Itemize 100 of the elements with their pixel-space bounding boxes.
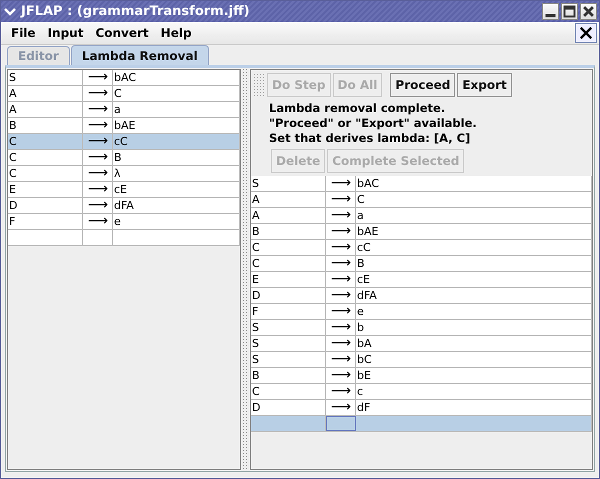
table-cell: ⟶	[326, 192, 356, 207]
table-row[interactable]: S ⟶ bC	[251, 352, 591, 368]
maximize-button[interactable]	[561, 3, 578, 20]
table-cell: ⟶	[83, 198, 113, 213]
table-cell: ⟶	[83, 118, 113, 133]
table-cell: ⟶	[326, 240, 356, 255]
table-row[interactable]: F ⟶ e	[8, 214, 239, 230]
table-cell-text: bC	[356, 352, 373, 367]
table-cell-text: B	[113, 150, 123, 165]
close-icon	[581, 4, 596, 19]
table-row[interactable]: C ⟶ c	[251, 384, 591, 400]
table-cell-text: b	[356, 320, 365, 335]
table-cell-text: dF	[356, 400, 372, 415]
table-row[interactable]: S ⟶ bA	[251, 336, 591, 352]
table-cell: F	[251, 304, 326, 319]
table-row[interactable]: S ⟶ bAC	[251, 176, 591, 192]
table-row[interactable]: E ⟶ cE	[8, 182, 239, 198]
grip-handle[interactable]	[253, 73, 265, 97]
table-cell-text: c	[356, 384, 364, 399]
table-cell: S	[251, 352, 326, 367]
table-cell: ⟶	[326, 176, 356, 191]
table-cell: S	[251, 336, 326, 351]
tab[interactable]: Lambda Removal	[70, 45, 209, 65]
table-cell: ⟶	[326, 320, 356, 335]
table-row[interactable]: A ⟶ a	[251, 208, 591, 224]
minimize-button[interactable]	[542, 3, 559, 20]
table-cell: D	[8, 198, 83, 213]
table-cell: ⟶	[83, 166, 113, 181]
table-row[interactable]: C ⟶ cC	[251, 240, 591, 256]
table-cell-text: dFA	[113, 198, 135, 213]
close-button[interactable]	[575, 23, 597, 43]
table-cell-text: e	[356, 304, 365, 319]
toolbar-button[interactable]: Proceed	[390, 73, 456, 97]
menu-item[interactable]: Convert	[89, 26, 155, 40]
table-cell: ⟶	[326, 288, 356, 303]
table-cell: S	[8, 70, 83, 85]
table-cell: E	[251, 272, 326, 287]
table-cell-text: cE	[113, 182, 128, 197]
table-cell-text: cE	[356, 272, 371, 287]
table-row[interactable]: C ⟶ cC	[8, 134, 239, 150]
table-row[interactable]: B ⟶ bE	[251, 368, 591, 384]
table-cell: A	[8, 86, 83, 101]
table-cell: C	[251, 384, 326, 399]
table-cell-text: a	[113, 102, 122, 117]
table-cell-text: bAC	[356, 176, 380, 191]
table-cell: E	[8, 182, 83, 197]
table-cell: ⟶	[326, 336, 356, 351]
table-cell: C	[8, 166, 83, 181]
toolbar-button[interactable]: Export	[457, 73, 512, 97]
table-cell: A	[8, 102, 83, 117]
table-cell-text: C	[356, 192, 366, 207]
table-cell: B	[251, 224, 326, 239]
table-cell-text: bAE	[113, 118, 136, 133]
status-message: "Proceed" or "Export" available.	[269, 116, 478, 131]
menu-item[interactable]: Help	[154, 26, 198, 40]
table-cell: ⟶	[83, 102, 113, 117]
table-cell: ⟶	[326, 384, 356, 399]
table-cell: D	[251, 400, 326, 415]
table-row[interactable]: C ⟶ B	[8, 150, 239, 166]
table-row[interactable]: S ⟶ bAC	[8, 70, 239, 86]
table-cell: ⟶	[326, 304, 356, 319]
table-cell-text: bA	[356, 336, 373, 351]
minimize-icon	[546, 14, 556, 18]
table-cell-text: λ	[113, 166, 122, 181]
table-row[interactable]: C ⟶ B	[251, 256, 591, 272]
table-cell: D	[251, 288, 326, 303]
table-row[interactable]: A ⟶ a	[8, 102, 239, 118]
table-cell-text: dFA	[356, 288, 378, 303]
table-cell-text: cC	[356, 240, 372, 255]
table-row[interactable]: C ⟶ λ	[8, 166, 239, 182]
table-cell: A	[251, 192, 326, 207]
table-cell-text: B	[356, 256, 366, 271]
close-icon	[579, 26, 593, 40]
menu-item[interactable]: Input	[42, 26, 90, 40]
table-cell: F	[8, 214, 83, 229]
table-row[interactable]: D ⟶ dFA	[251, 288, 591, 304]
table-row[interactable]: A ⟶ C	[251, 192, 591, 208]
table-cell: B	[8, 118, 83, 133]
maximize-icon	[562, 4, 577, 19]
table-row[interactable]: D ⟶ dFA	[8, 198, 239, 214]
status-message: Lambda removal complete.	[269, 101, 446, 116]
status-message: Set that derives lambda: [A, C]	[269, 131, 472, 146]
table-cell: ⟶	[83, 70, 113, 85]
table-cell: A	[251, 208, 326, 223]
table-row[interactable]: B ⟶ bAE	[251, 224, 591, 240]
table-cell: ⟶	[326, 224, 356, 239]
table-cell: ⟶	[326, 256, 356, 271]
table-cell-text: bAE	[356, 224, 380, 239]
table-cell: C	[251, 240, 326, 255]
table-row[interactable]: F ⟶ e	[251, 304, 591, 320]
table-cell-text: C	[113, 86, 123, 101]
menu-item[interactable]: File	[5, 26, 42, 40]
table-row[interactable]: S ⟶ b	[251, 320, 591, 336]
table-cell: ⟶	[83, 86, 113, 101]
close-button[interactable]	[580, 3, 597, 20]
table-cell: S	[251, 176, 326, 191]
table-cell: ⟶	[83, 134, 113, 149]
table-cell: ⟶	[326, 400, 356, 415]
table-row[interactable]: A ⟶ C	[8, 86, 239, 102]
table-row[interactable]: E ⟶ cE	[251, 272, 591, 288]
